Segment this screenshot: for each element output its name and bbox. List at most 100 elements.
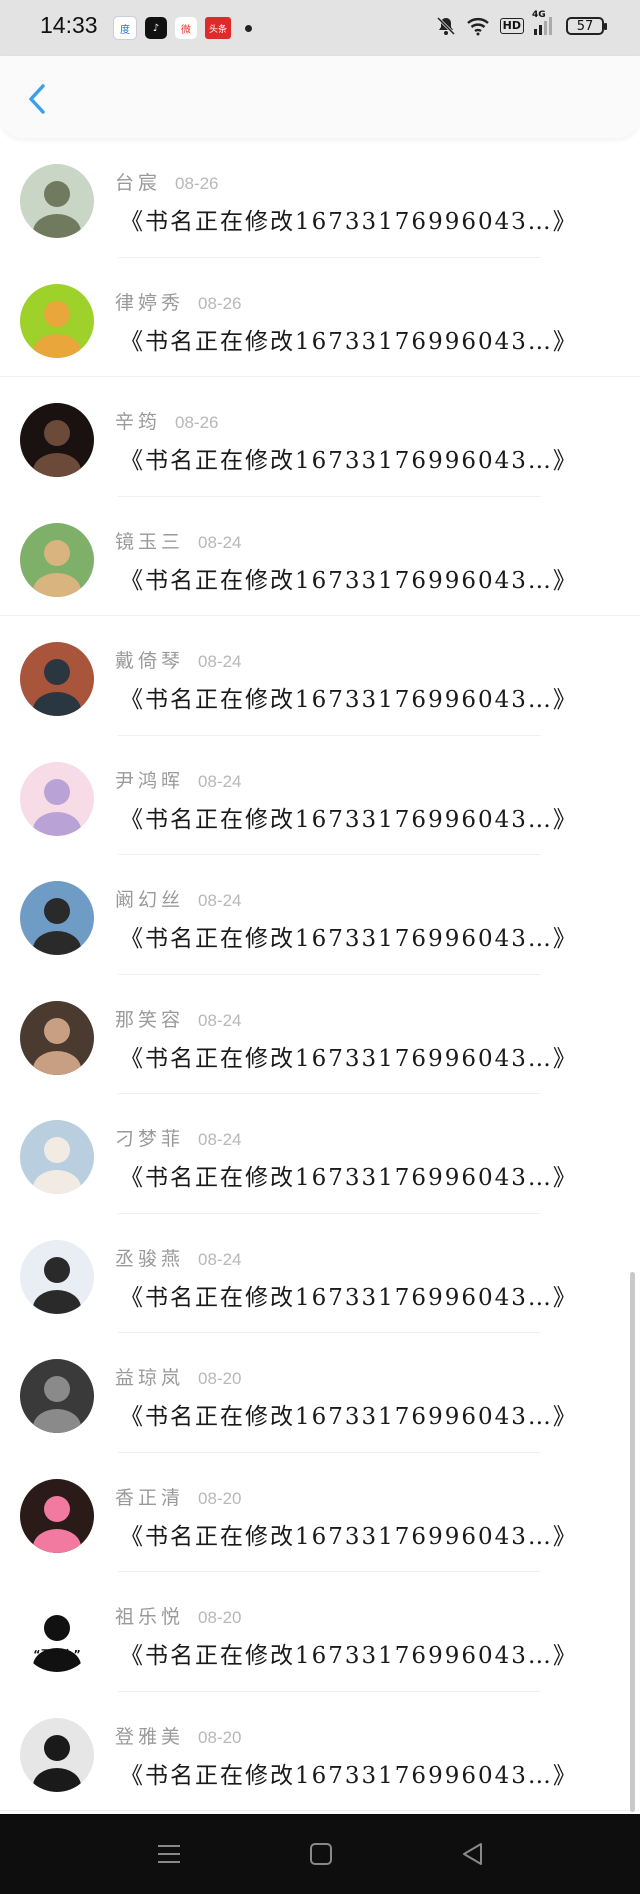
avatar[interactable] <box>20 881 94 955</box>
status-indicators: HD 4G 57 <box>436 10 607 36</box>
message-date: 08-20 <box>198 1727 242 1747</box>
douyin-icon: ♪ <box>145 17 167 39</box>
sender-name-text: 台宸 <box>115 172 162 194</box>
sender-name-text: 丞骏燕 <box>115 1247 185 1270</box>
avatar-portrait-icon <box>33 1376 81 1433</box>
list-item[interactable]: 镜玉三 08-24 《书名正在修改16733176996043…》 <box>0 497 640 616</box>
sender-name: 台宸 08-26 <box>115 168 219 195</box>
list-item[interactable]: 那笑容 08-24 《书名正在修改16733176996043…》 <box>0 975 640 1094</box>
message-date: 08-20 <box>198 1608 242 1627</box>
sender-name-text: 辛筠 <box>115 411 162 433</box>
message-preview: 《书名正在修改1673317699604З…》 <box>120 209 578 235</box>
avatar-portrait-icon <box>33 539 81 597</box>
wifi-icon <box>466 18 489 36</box>
message-preview: 《书名正在修改16733176996043…》 <box>120 1643 578 1669</box>
message-preview: 《书名正在修改16733176996043…》 <box>120 687 578 713</box>
avatar-portrait-icon <box>33 420 81 477</box>
status-bar: 14:33 度 ♪ 微 头条 HD 4G 57 <box>0 0 640 56</box>
avatar[interactable] <box>20 1120 94 1194</box>
sender-name: 辛筠 08-26 <box>115 407 219 434</box>
message-date: 08-26 <box>175 413 219 432</box>
avatar-portrait-icon <box>33 1017 81 1075</box>
sender-name-text: 镜玉三 <box>115 530 185 553</box>
message-date: 08-26 <box>198 293 242 313</box>
list-item[interactable]: 戴倚琴 08-24 《书名正在修改16733176996043…》 <box>0 616 640 736</box>
sender-name: 香正清 08-20 <box>115 1483 242 1510</box>
sender-name: 祖乐悦 08-20 <box>115 1602 242 1629</box>
message-preview: 《书名正在修改16733176996043…》 <box>120 1165 578 1191</box>
sender-name: 登雅美 08-20 <box>115 1722 242 1749</box>
sender-name-text: 刁梦菲 <box>115 1128 185 1150</box>
avatar[interactable] <box>20 164 94 238</box>
avatar[interactable] <box>20 403 94 477</box>
list-item[interactable]: 刁梦菲 08-24 《书名正在修改16733176996043…》 <box>0 1094 640 1214</box>
list-item[interactable]: 丞骏燕 08-24 《书名正在修改16733176996043…》 <box>0 1214 640 1333</box>
avatar[interactable] <box>20 761 94 836</box>
list-item[interactable]: 益琼岚 08-20 《书名正在修改16733176996043…》 <box>0 1333 640 1453</box>
list-item[interactable]: 律婷秀 08-26 《书名正在修改16733176996043…》 <box>0 258 640 377</box>
avatar[interactable] <box>20 1239 94 1314</box>
back-triangle-icon[interactable] <box>458 1840 488 1868</box>
toutiao-icon: 头条 <box>205 17 231 39</box>
battery-level: 57 <box>576 18 594 34</box>
avatar-portrait-icon <box>33 1495 81 1553</box>
message-date: 08-24 <box>198 891 242 910</box>
avatar-portrait-icon <box>33 300 81 358</box>
message-preview: 《书名正在修改16733176996043…》 <box>120 328 578 355</box>
list-item[interactable]: “丑怎么” 祖乐悦 08-20 《书名正在修改16733176996043…》 <box>0 1572 640 1692</box>
message-date: 08-20 <box>198 1488 242 1508</box>
avatar[interactable] <box>20 642 94 716</box>
message-date: 08-24 <box>198 532 242 552</box>
message-preview: 《书名正在修改16733176996043…》 <box>120 1523 578 1550</box>
message-preview: 《书名正在修改16733176996043…》 <box>120 1404 578 1430</box>
avatar[interactable] <box>20 1717 94 1792</box>
message-date: 08-24 <box>198 652 242 671</box>
list-item[interactable]: 台宸 08-26 《书名正在修改1673317699604З…》 <box>0 138 640 258</box>
avatar-portrait-icon <box>33 1137 81 1194</box>
sender-name: 律婷秀 08-26 <box>115 288 242 315</box>
sender-name-text: 益琼岚 <box>115 1367 185 1389</box>
message-preview: 《书名正在修改16733176996043…》 <box>120 448 578 474</box>
list-item[interactable]: 登雅美 08-20 《书名正在修改16733176996043…》 <box>0 1692 640 1811</box>
sender-name-text: 律婷秀 <box>115 291 185 314</box>
message-preview: 《书名正在修改16733176996043…》 <box>120 806 578 833</box>
avatar[interactable]: “丑怎么” <box>20 1598 94 1672</box>
list-item[interactable]: 香正清 08-20 《书名正在修改16733176996043…》 <box>0 1453 640 1572</box>
list-item[interactable]: 尹鸿晖 08-24 《书名正在修改16733176996043…》 <box>0 736 640 855</box>
mute-bell-icon <box>436 16 455 36</box>
sender-name: 刁梦菲 08-24 <box>115 1124 242 1151</box>
avatar[interactable] <box>20 283 94 358</box>
sender-name-text: 祖乐悦 <box>115 1606 185 1628</box>
message-preview: 《书名正在修改16733176996043…》 <box>120 1045 578 1072</box>
sender-name-text: 香正清 <box>115 1486 185 1509</box>
scrollbar[interactable] <box>630 1272 635 1812</box>
list-item[interactable]: 阚幻丝 08-24 《书名正在修改16733176996043…》 <box>0 855 640 975</box>
avatar[interactable] <box>20 1359 94 1433</box>
home-square-icon[interactable] <box>306 1840 336 1868</box>
avatar[interactable] <box>20 1478 94 1553</box>
status-app-icons: 度 ♪ 微 头条 <box>113 16 252 40</box>
status-time: 14:33 <box>40 12 98 38</box>
avatar-portrait-icon <box>33 659 81 716</box>
avatar-caption: “丑怎么” <box>33 1648 81 1661</box>
message-preview: 《书名正在修改16733176996043…》 <box>120 1284 578 1311</box>
message-date: 08-24 <box>198 1010 242 1030</box>
message-list: 台宸 08-26 《书名正在修改1673317699604З…》律婷秀 08-26 《书… <box>0 138 640 1811</box>
sender-name-text: 那笑容 <box>115 1008 185 1031</box>
sender-name: 那笑容 08-24 <box>115 1005 242 1032</box>
message-preview: 《书名正在修改16733176996043…》 <box>120 926 578 952</box>
sender-name-text: 阚幻丝 <box>115 889 185 911</box>
list-item[interactable]: 辛筠 08-26 《书名正在修改16733176996043…》 <box>0 377 640 497</box>
divider <box>0 1810 640 1811</box>
notification-dot-icon <box>245 24 252 32</box>
chevron-left-icon[interactable] <box>22 82 52 116</box>
message-date: 08-20 <box>198 1369 242 1388</box>
avatar[interactable] <box>20 1000 94 1075</box>
sender-name-text: 登雅美 <box>115 1725 185 1748</box>
menu-icon[interactable] <box>155 1840 185 1868</box>
hd-badge: HD <box>499 18 524 34</box>
avatar[interactable] <box>20 522 94 597</box>
message-date: 08-24 <box>198 1249 242 1269</box>
message-date: 08-26 <box>175 174 219 193</box>
sender-name: 戴倚琴 08-24 <box>115 646 242 673</box>
